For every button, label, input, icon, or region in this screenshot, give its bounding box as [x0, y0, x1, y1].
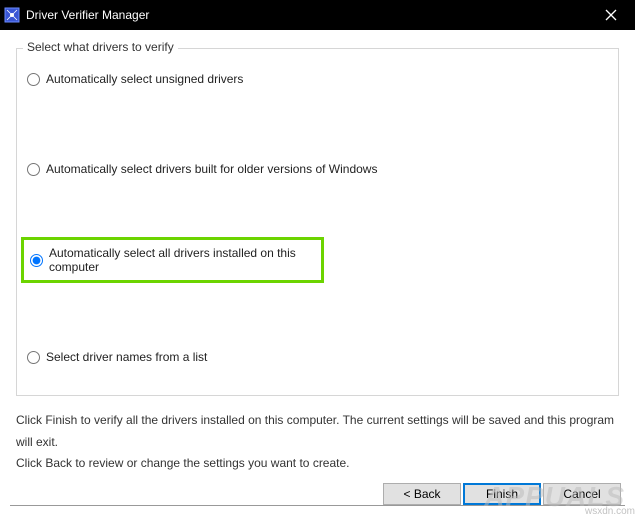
titlebar: Driver Verifier Manager [0, 0, 635, 30]
radio-older-input[interactable] [27, 163, 40, 176]
instruction-text: Click Finish to verify all the drivers i… [16, 410, 619, 475]
radio-option-from-list[interactable]: Select driver names from a list [27, 347, 608, 367]
close-icon [605, 9, 617, 21]
content-area: Select what drivers to verify Automatica… [0, 30, 635, 506]
radio-option-older-windows[interactable]: Automatically select drivers built for o… [27, 159, 608, 179]
watermark-site: wsxdn.com [585, 506, 635, 517]
window-title: Driver Verifier Manager [26, 8, 591, 22]
radio-label: Automatically select unsigned drivers [46, 72, 243, 86]
close-button[interactable] [591, 0, 631, 30]
radio-option-unsigned[interactable]: Automatically select unsigned drivers [27, 69, 608, 89]
radio-all-input[interactable] [30, 254, 43, 267]
instruction-line-2: Click Back to review or change the setti… [16, 453, 619, 475]
radio-list-input[interactable] [27, 351, 40, 364]
finish-button[interactable]: Finish [463, 483, 541, 505]
app-icon [4, 7, 20, 23]
drivers-groupbox: Select what drivers to verify Automatica… [16, 48, 619, 396]
highlight-box: Automatically select all drivers install… [21, 237, 324, 283]
instruction-line-1: Click Finish to verify all the drivers i… [16, 410, 619, 453]
back-button[interactable]: < Back [383, 483, 461, 505]
button-row: < Back Finish Cancel [383, 483, 621, 505]
radio-option-all-drivers[interactable]: Automatically select all drivers install… [30, 250, 315, 270]
radio-label: Automatically select all drivers install… [49, 246, 315, 274]
radio-unsigned-input[interactable] [27, 73, 40, 86]
radio-label: Select driver names from a list [46, 350, 207, 364]
radio-label: Automatically select drivers built for o… [46, 162, 377, 176]
cancel-button[interactable]: Cancel [543, 483, 621, 505]
groupbox-legend: Select what drivers to verify [23, 40, 178, 54]
